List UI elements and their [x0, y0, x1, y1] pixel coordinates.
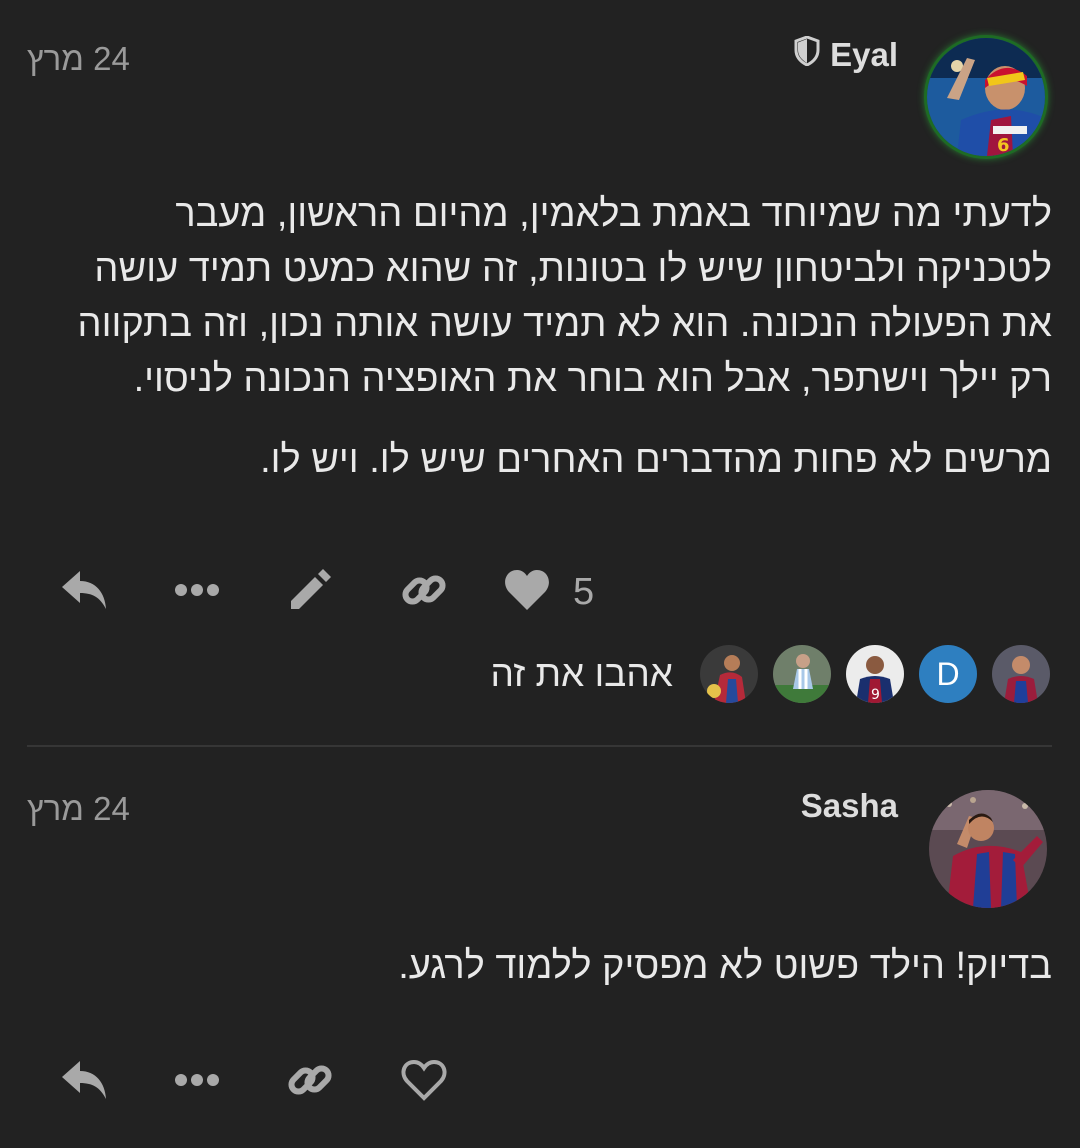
username-label: Sasha [800, 787, 898, 824]
post-body: בדיוק! הילד פשוט לא מפסיק ללמוד לרגע. [52, 939, 1052, 994]
reply-button[interactable] [55, 1052, 113, 1112]
avatar[interactable] [929, 790, 1047, 908]
topic-page: 24 מרץ Eyal 6 לדעתי מה שמיוחד באמת בלאמי… [0, 0, 1080, 1148]
reply-icon [60, 1059, 108, 1106]
heart-outline-icon [400, 1058, 448, 1107]
link-button[interactable] [283, 1052, 337, 1112]
post-paragraph: בדיוק! הילד פשוט לא מפסיק ללמוד לרגע. [398, 945, 1052, 987]
link-icon [286, 1056, 334, 1109]
post-sasha: 24 מרץ Sasha בדיוק! הילד פשוט לא מפסיק ל… [0, 0, 1080, 1148]
post-author[interactable]: Sasha [801, 787, 898, 825]
like-button[interactable] [397, 1052, 451, 1112]
post-date[interactable]: 24 מרץ [27, 790, 130, 828]
post-actions [0, 1052, 1080, 1112]
more-button[interactable] [170, 1052, 224, 1112]
more-icon [174, 1073, 220, 1092]
